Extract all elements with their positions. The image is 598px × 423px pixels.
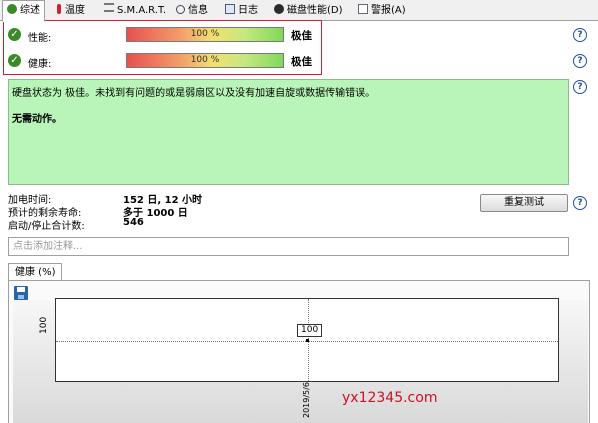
data-label: 100 <box>297 324 323 337</box>
health-rating: 极佳 <box>291 56 312 68</box>
disk-performance-icon <box>274 4 284 14</box>
performance-rating: 极佳 <box>291 30 312 42</box>
y-tick-label: 100 <box>39 316 49 334</box>
performance-label: 性能: <box>28 33 52 44</box>
smart-icon <box>104 3 114 12</box>
info-icon <box>176 5 185 14</box>
help-icon[interactable]: ? <box>573 28 587 42</box>
thermometer-icon <box>57 4 61 14</box>
overview-check-icon <box>7 4 17 14</box>
tab-strip: 综述 温度 S.M.A.R.T. 信息 日志 磁盘性能(D) 警报(A) <box>0 0 598 22</box>
status-summary-box: ✓ 性能: 100 % 极佳 ✓ 健康: 100 % 极佳 <box>3 20 322 75</box>
help-icon[interactable]: ? <box>573 80 587 94</box>
performance-row: ✓ 性能: 100 % 极佳 <box>4 25 321 45</box>
health-percent: 100 % <box>190 55 220 65</box>
health-chart: 100 <box>55 298 559 382</box>
watermark: yx12345.com <box>342 390 438 406</box>
help-icon[interactable]: ? <box>573 196 587 210</box>
health-row: ✓ 健康: 100 % 极佳 <box>4 51 321 71</box>
tab-info[interactable]: 信息 <box>172 2 212 19</box>
tab-overview[interactable]: 综述 <box>2 0 45 22</box>
status-message: 硬盘状态为 极佳。未找到有问题的或是弱扇区以及没有加速自旋或数据传输错误。 <box>12 88 376 99</box>
start-stop-label: 启动/停止合计数: <box>8 221 85 232</box>
help-icon[interactable]: ? <box>573 54 587 68</box>
retest-button[interactable]: 重复测试 <box>480 194 568 212</box>
save-icon[interactable] <box>14 286 28 300</box>
performance-percent: 100 % <box>190 29 220 39</box>
performance-bar: 100 % <box>126 27 284 42</box>
ok-check-icon: ✓ <box>8 54 21 67</box>
health-bar: 100 % <box>126 53 284 68</box>
tab-disk-performance[interactable]: 磁盘性能(D) <box>270 2 347 19</box>
log-icon <box>225 4 235 14</box>
ok-check-icon: ✓ <box>8 28 21 41</box>
tab-health-chart[interactable]: 健康 (%) <box>8 263 63 281</box>
tab-smart[interactable]: S.M.A.R.T. <box>100 2 170 19</box>
status-message-box: 硬盘状态为 极佳。未找到有问题的或是弱扇区以及没有加速自旋或数据传输错误。 无需… <box>8 79 569 185</box>
x-tick-label: 2019/5/6 <box>302 382 311 418</box>
notes-input[interactable] <box>8 237 569 256</box>
start-stop-value: 546 <box>123 217 144 228</box>
health-label: 健康: <box>28 59 52 70</box>
alert-icon <box>358 4 368 14</box>
tab-temperature[interactable]: 温度 <box>50 2 89 19</box>
action-message: 无需动作。 <box>12 114 62 125</box>
data-point <box>306 339 309 342</box>
tab-log[interactable]: 日志 <box>221 2 262 19</box>
tab-alerts[interactable]: 警报(A) <box>354 2 410 19</box>
